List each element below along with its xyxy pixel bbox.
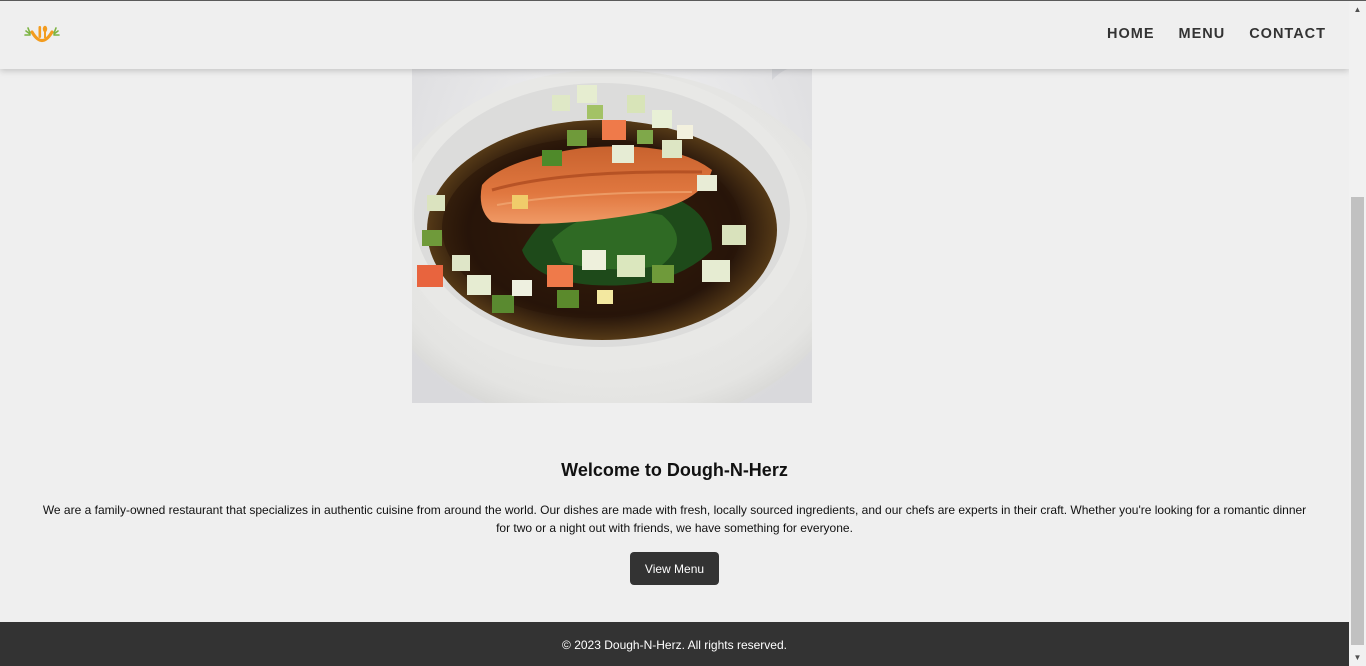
scroll-thumb[interactable] bbox=[1351, 197, 1364, 645]
site-footer: © 2023 Dough-N-Herz. All rights reserved… bbox=[0, 622, 1349, 666]
chef-utensils-logo-icon[interactable] bbox=[24, 23, 60, 47]
vertical-scrollbar[interactable]: ▲ ▼ bbox=[1349, 0, 1366, 666]
welcome-title: Welcome to Dough-N-Herz bbox=[561, 460, 788, 480]
page: HOME MENU CONTACT Welcome to Dough-N-Her… bbox=[0, 0, 1349, 666]
nav-contact[interactable]: CONTACT bbox=[1249, 26, 1326, 42]
scroll-up-arrow-icon[interactable]: ▲ bbox=[1349, 1, 1366, 18]
nav-home[interactable]: HOME bbox=[1107, 26, 1155, 42]
main-nav: HOME MENU CONTACT bbox=[1107, 26, 1326, 42]
nav-menu[interactable]: MENU bbox=[1178, 26, 1225, 42]
welcome-text: We are a family-owned restaurant that sp… bbox=[42, 503, 1307, 535]
scroll-down-arrow-icon[interactable]: ▼ bbox=[1349, 649, 1366, 666]
view-menu-button[interactable]: View Menu bbox=[630, 552, 719, 585]
site-header: HOME MENU CONTACT bbox=[0, 1, 1349, 69]
window-top-border bbox=[0, 0, 1366, 1]
footer-copyright: © 2023 Dough-N-Herz. All rights reserved… bbox=[562, 638, 787, 652]
